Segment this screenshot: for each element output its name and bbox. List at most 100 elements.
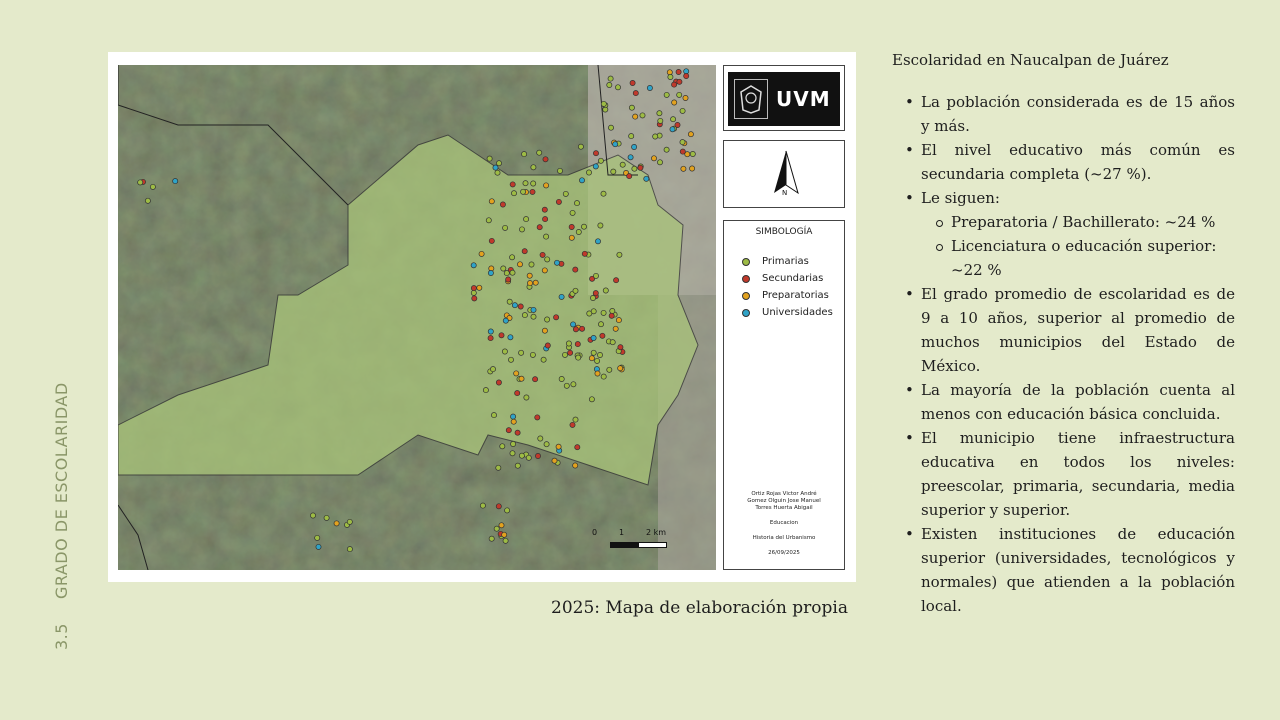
school-point	[574, 200, 580, 207]
school-point	[577, 143, 584, 150]
bullet-list: La población considerada es de 15 años y…	[892, 90, 1235, 210]
school-point	[594, 357, 601, 364]
school-point	[494, 169, 501, 176]
figure-caption: 2025: Mapa de elaboración propia	[551, 598, 848, 618]
school-point	[523, 216, 530, 223]
school-point	[536, 149, 543, 156]
school-point	[507, 334, 514, 341]
school-point	[574, 444, 581, 451]
school-point	[562, 351, 568, 358]
school-point	[575, 229, 582, 235]
legend-item-universidades: Universidades	[742, 304, 833, 321]
school-point	[617, 344, 624, 351]
school-point	[478, 250, 485, 257]
school-point	[529, 351, 536, 358]
school-point	[470, 289, 477, 296]
north-arrow-panel: N	[723, 140, 845, 208]
school-point	[567, 349, 574, 356]
school-point	[555, 443, 562, 450]
legend-dot	[742, 274, 750, 283]
school-point	[529, 188, 536, 195]
school-point	[628, 104, 635, 111]
school-point	[646, 85, 653, 91]
school-point	[617, 365, 624, 372]
school-point	[670, 116, 677, 123]
school-point	[607, 75, 614, 82]
school-point	[629, 80, 636, 86]
university-seal-icon	[734, 79, 768, 119]
school-point	[502, 224, 509, 231]
school-point	[676, 78, 683, 85]
school-point	[657, 117, 664, 124]
school-point	[509, 254, 516, 261]
school-point	[689, 151, 696, 157]
school-point	[521, 248, 528, 255]
school-point	[544, 256, 551, 263]
school-point	[501, 531, 508, 538]
school-point	[615, 317, 622, 324]
school-point	[572, 266, 579, 273]
school-point	[590, 335, 597, 341]
school-point	[501, 348, 508, 355]
bullet-item: La mayoría de la población cuenta al men…	[892, 378, 1235, 426]
school-point	[608, 312, 615, 319]
map-credits: Ortiz Rojas Victor André Gomez Olguin Jo…	[724, 491, 844, 557]
school-point	[514, 429, 521, 436]
school-point	[144, 197, 151, 204]
school-point	[525, 454, 532, 461]
school-point	[493, 525, 500, 532]
school-point	[521, 151, 528, 158]
school-point	[608, 124, 614, 131]
school-point	[492, 164, 499, 171]
school-point	[595, 238, 601, 245]
school-point	[527, 280, 533, 287]
school-point	[490, 366, 496, 373]
school-point	[535, 453, 541, 459]
school-point	[530, 164, 537, 171]
school-point	[149, 183, 156, 190]
school-point	[682, 95, 689, 101]
school-point	[346, 518, 353, 525]
school-point	[568, 224, 575, 230]
school-point	[346, 546, 353, 553]
school-point	[470, 285, 477, 292]
school-point	[541, 206, 548, 213]
school-point	[572, 416, 579, 423]
school-point	[675, 69, 682, 75]
sub-bullet-item: Licenciatura o educación superior:	[921, 234, 1235, 258]
school-point	[471, 295, 478, 302]
school-point	[530, 313, 537, 320]
scale-label: 1	[619, 528, 625, 537]
school-point	[610, 168, 617, 175]
school-point	[498, 522, 505, 529]
school-point	[536, 224, 543, 231]
school-point	[554, 259, 560, 266]
sub-bullet-item: Preparatoria / Bachillerato: ~24 %	[921, 210, 1235, 234]
logo-panel: UVM	[723, 65, 845, 131]
scale-label: 2 km	[646, 528, 667, 537]
school-point	[626, 173, 633, 180]
school-point	[509, 181, 516, 188]
school-point	[503, 270, 510, 277]
school-point	[594, 370, 601, 377]
school-point	[570, 321, 577, 328]
school-point	[505, 276, 512, 283]
school-point	[488, 237, 495, 244]
school-point	[498, 332, 505, 339]
school-point	[510, 441, 517, 447]
school-point	[543, 182, 550, 189]
school-point	[526, 272, 533, 279]
school-point	[510, 413, 517, 420]
school-point	[485, 217, 492, 224]
school-point	[609, 339, 616, 346]
school-point	[628, 133, 635, 140]
school-point	[606, 82, 613, 88]
school-point	[572, 326, 579, 333]
school-point	[495, 379, 502, 386]
school-point	[586, 310, 593, 317]
bullet-list: El grado promedio de escolaridad es de 9…	[892, 282, 1235, 618]
school-point	[598, 321, 604, 328]
credit-author: Torres Huerta Abigail	[755, 505, 813, 511]
school-point	[679, 148, 686, 155]
school-point	[502, 537, 509, 544]
